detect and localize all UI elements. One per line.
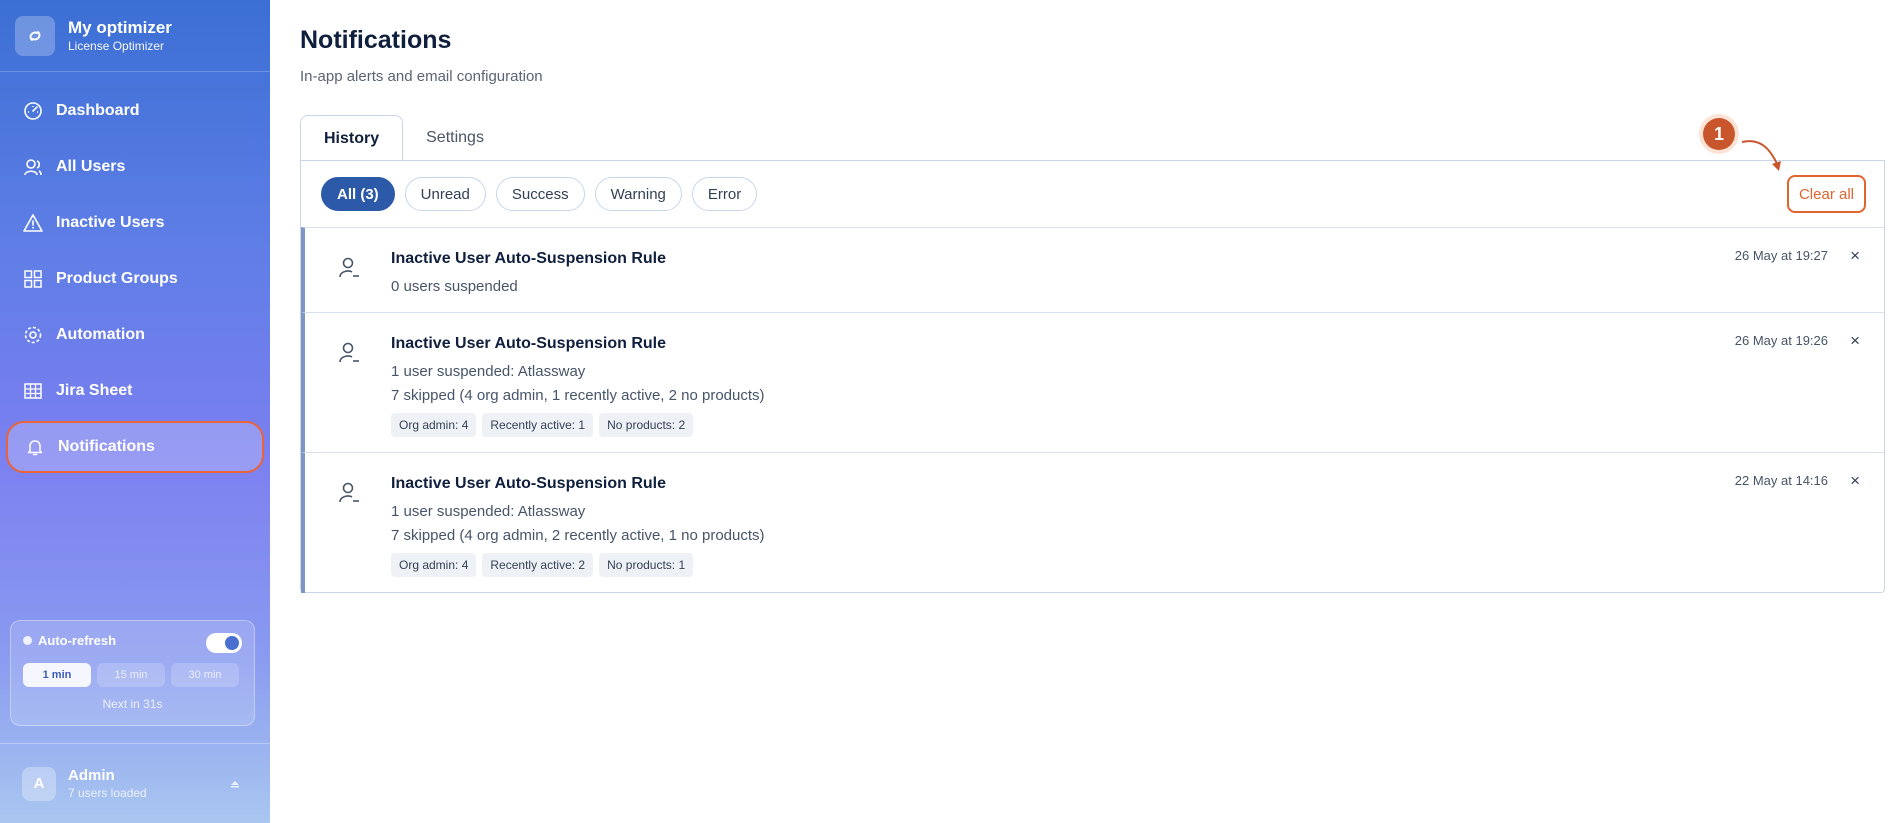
chevron-up-icon[interactable] (230, 778, 240, 791)
avatar: A (22, 766, 56, 801)
grid-icon (22, 268, 44, 290)
status-dot-icon (23, 636, 32, 645)
refresh-intervals: 1 min 15 min 30 min (23, 663, 239, 687)
tab-history[interactable]: History (300, 115, 404, 161)
annotation-marker: 1 (1703, 118, 1735, 150)
tag: No products: 2 (599, 413, 694, 437)
page-subtitle: In-app alerts and email configuration (300, 68, 543, 85)
notification-time: 26 May at 19:27 (1734, 248, 1828, 263)
tag: Org admin: 4 (391, 553, 477, 577)
filter-unread[interactable]: Unread (404, 177, 486, 211)
filter-error[interactable]: Error (691, 177, 758, 211)
tag: No products: 1 (599, 553, 694, 577)
user-name: Admin (68, 767, 115, 784)
table-icon (22, 380, 44, 402)
tag: Recently active: 1 (482, 413, 594, 437)
sidebar-item-inactive-users[interactable]: Inactive Users (6, 197, 264, 249)
close-icon[interactable]: × (1850, 331, 1860, 351)
sidebar-nav: Dashboard All Users Inactive Users Produ… (0, 85, 270, 477)
brand-subtitle: License Optimizer (68, 39, 165, 53)
auto-refresh-label: Auto-refresh (38, 633, 117, 648)
toggle-knob (225, 636, 239, 650)
notification-line: 0 users suspended (391, 278, 518, 295)
filter-warning[interactable]: Warning (594, 177, 682, 211)
sidebar-item-label: Inactive Users (56, 214, 165, 231)
tag-list: Org admin: 4 Recently active: 2 No produ… (391, 553, 694, 577)
gear-icon (22, 324, 44, 346)
user-minus-icon (337, 341, 361, 365)
notification-line: 7 skipped (4 org admin, 1 recently activ… (391, 387, 765, 404)
filter-success[interactable]: Success (495, 177, 585, 211)
users-icon (22, 156, 44, 178)
notifications-panel: All (3) Unread Success Warning Error Cle… (300, 160, 1885, 593)
sidebar-item-jira-sheet[interactable]: Jira Sheet (6, 365, 264, 417)
sidebar-item-automation[interactable]: Automation (6, 309, 264, 361)
interval-30-min[interactable]: 30 min (171, 663, 239, 687)
user-menu[interactable]: A Admin 7 users loaded (0, 743, 270, 823)
sidebar-item-notifications[interactable]: Notifications (6, 421, 264, 473)
bell-icon (24, 436, 46, 458)
sidebar-item-dashboard[interactable]: Dashboard (6, 85, 264, 137)
notification-title: Inactive User Auto-Suspension Rule (391, 250, 667, 267)
close-icon[interactable]: × (1850, 246, 1860, 266)
notification-line: 1 user suspended: Atlassway (391, 363, 586, 380)
sidebar: My optimizer License Optimizer Dashboard… (0, 0, 270, 823)
notification-time: 26 May at 19:26 (1734, 333, 1828, 348)
user-status: 7 users loaded (68, 786, 147, 800)
sidebar-item-all-users[interactable]: All Users (6, 141, 264, 193)
sidebar-item-label: Product Groups (56, 270, 178, 287)
notification-line: 1 user suspended: Atlassway (391, 503, 586, 520)
notification-title: Inactive User Auto-Suspension Rule (391, 475, 667, 492)
page-title: Notifications (300, 26, 452, 54)
tag-list: Org admin: 4 Recently active: 1 No produ… (391, 413, 694, 437)
user-minus-icon (337, 481, 361, 505)
clear-all-button[interactable]: Clear all (1786, 175, 1866, 213)
notification-time: 22 May at 14:16 (1734, 473, 1828, 488)
sidebar-item-label: All Users (56, 158, 126, 175)
tab-settings[interactable]: Settings (403, 115, 507, 161)
auto-refresh-toggle[interactable] (206, 633, 242, 653)
sidebar-item-label: Dashboard (56, 102, 140, 119)
sidebar-item-label: Automation (56, 326, 145, 343)
close-icon[interactable]: × (1850, 471, 1860, 491)
sidebar-item-label: Jira Sheet (56, 382, 133, 399)
notification-item[interactable]: Inactive User Auto-Suspension Rule 0 use… (301, 227, 1884, 312)
brand-logo-icon (15, 15, 55, 56)
notification-item[interactable]: Inactive User Auto-Suspension Rule 1 use… (301, 452, 1884, 593)
interval-1-min[interactable]: 1 min (23, 663, 91, 687)
notification-title: Inactive User Auto-Suspension Rule (391, 335, 667, 352)
warning-triangle-icon (22, 212, 44, 234)
user-minus-icon (337, 256, 361, 280)
notification-line: 7 skipped (4 org admin, 2 recently activ… (391, 527, 765, 544)
auto-refresh-card: Auto-refresh 1 min 15 min 30 min Next in… (10, 620, 255, 726)
sidebar-item-label: Notifications (58, 438, 155, 455)
annotation-arrow-icon (1741, 140, 1781, 171)
filter-all[interactable]: All (3) (321, 177, 395, 211)
gauge-icon (22, 100, 44, 122)
notification-item[interactable]: Inactive User Auto-Suspension Rule 1 use… (301, 312, 1884, 452)
tab-bar: History Settings (300, 115, 507, 161)
tag: Recently active: 2 (482, 553, 594, 577)
filter-bar: All (3) Unread Success Warning Error (321, 177, 758, 211)
sidebar-item-product-groups[interactable]: Product Groups (6, 253, 264, 305)
brand: My optimizer License Optimizer (0, 0, 270, 72)
next-refresh-text: Next in 31s (102, 697, 163, 711)
tag: Org admin: 4 (391, 413, 477, 437)
interval-15-min[interactable]: 15 min (97, 663, 165, 687)
brand-title: My optimizer (68, 18, 172, 37)
